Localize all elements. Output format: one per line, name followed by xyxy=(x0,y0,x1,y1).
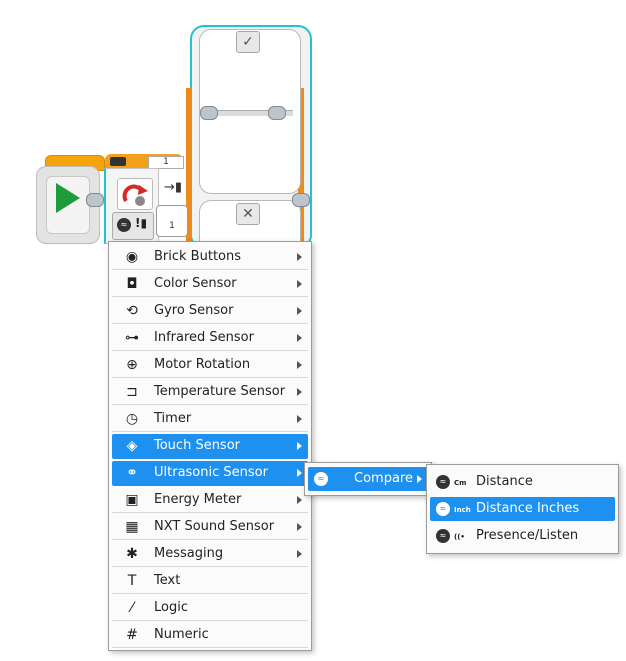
ultrasonic-compare-icon: ≈ xyxy=(314,472,328,486)
case-plug-out-top xyxy=(268,106,286,120)
sequence-plug-out xyxy=(86,193,104,207)
menu-item-label: Temperature Sensor xyxy=(154,384,286,399)
infrared-sensor-icon: ⊶ xyxy=(125,330,139,346)
menu-item-label: Logic xyxy=(154,600,188,615)
switch-mode-icon xyxy=(110,157,126,166)
menu-item-label: Infrared Sensor xyxy=(154,330,254,345)
submenu-item-label: Distance Inches xyxy=(476,501,580,516)
menu-item-messaging[interactable]: ✱ Messaging xyxy=(112,542,308,567)
compare-bars-icon: !▮ xyxy=(135,216,148,230)
ultrasonic-mini-icon: ≈ xyxy=(117,218,131,232)
submenu-arrow-icon xyxy=(297,307,302,315)
unit-tag: ((• xyxy=(454,533,465,541)
ultrasonic-sensor-icon: ⚭ xyxy=(126,465,138,481)
menu-item-label: Brick Buttons xyxy=(154,249,242,264)
submenu-arrow-icon xyxy=(297,442,302,450)
nxt-sound-sensor-icon: ▦ xyxy=(125,519,139,535)
menu-item-label: Timer xyxy=(154,411,192,426)
submenu-item-presence-listen[interactable]: ≈ ((• Presence/Listen xyxy=(430,524,615,548)
submenu-arrow-icon xyxy=(297,334,302,342)
submenu-arrow-icon xyxy=(297,523,302,531)
text-icon: T xyxy=(127,573,137,589)
submenu-arrow-icon xyxy=(297,388,302,396)
menu-item-logic[interactable]: ⁄ Logic xyxy=(112,596,308,621)
energy-meter-icon: ▣ xyxy=(125,492,139,508)
output-arrow-icon: →▮ xyxy=(164,180,183,195)
case-plug-in-top xyxy=(200,106,218,120)
submenu-item-distance-inches[interactable]: ≈ Inch Distance Inches xyxy=(430,497,615,521)
submenu-arrow-icon xyxy=(297,550,302,558)
menu-item-color-sensor[interactable]: ◘ Color Sensor xyxy=(112,272,308,297)
loop-icon[interactable] xyxy=(117,178,153,210)
distance-inch-icon: ≈ xyxy=(436,502,450,516)
menu-item-brick-buttons[interactable]: ◉ Brick Buttons xyxy=(112,245,308,270)
sensor-menu: ◉ Brick Buttons ◘ Color Sensor ⟲ Gyro Sensor ⊶… xyxy=(108,241,312,651)
presence-listen-icon: ≈ xyxy=(436,529,450,543)
menu-item-label: Touch Sensor xyxy=(154,438,241,453)
distance-cm-icon: ≈ xyxy=(436,475,450,489)
submenu-item-distance-centimeters[interactable]: ≈CmDistance Centimeters xyxy=(430,470,615,513)
menu-item-gyro-sensor[interactable]: ⟲ Gyro Sensor xyxy=(112,299,308,324)
compare-submenu: ≈CmDistance Centimeters≈InchDistance Inc… xyxy=(426,464,619,554)
menu-item-label: Motor Rotation xyxy=(154,357,251,372)
submenu-item-label: Presence/Listen xyxy=(476,528,579,543)
menu-item-infrared-sensor[interactable]: ⊶ Infrared Sensor xyxy=(112,326,308,351)
menu-item-timer[interactable]: ◷ Timer xyxy=(112,407,308,432)
submenu-arrow-icon xyxy=(297,469,302,477)
threshold-input[interactable]: 1 xyxy=(156,205,188,237)
menu-item-label: Numeric xyxy=(154,627,209,642)
menu-item-label: Ultrasonic Sensor xyxy=(154,465,268,480)
menu-item-touch-sensor[interactable]: ◈ Touch Sensor xyxy=(112,434,308,459)
switch-plug-out xyxy=(292,193,310,207)
submenu-item-compare[interactable]: ≈ Compare xyxy=(308,467,428,491)
menu-item-label: Gyro Sensor xyxy=(154,303,234,318)
messaging-icon: ✱ xyxy=(126,546,138,562)
logic-icon: ⁄ xyxy=(130,600,134,616)
menu-item-label: Energy Meter xyxy=(154,492,242,507)
menu-item-label: Color Sensor xyxy=(154,276,237,291)
submenu-arrow-icon xyxy=(297,415,302,423)
submenu-arrow-icon xyxy=(297,253,302,261)
motor-rotation-icon: ⊕ xyxy=(126,357,138,373)
numeric-icon: # xyxy=(126,627,138,643)
timer-icon: ◷ xyxy=(125,411,139,427)
menu-item-nxt-sound-sensor[interactable]: ▦ NXT Sound Sensor xyxy=(112,515,308,540)
brick-buttons-icon: ◉ xyxy=(125,249,139,265)
ultrasonic-submenu: ≈ Compare xyxy=(304,462,432,496)
menu-item-label: NXT Sound Sensor xyxy=(154,519,275,534)
unit-tag: Cm xyxy=(454,479,467,487)
menu-item-numeric[interactable]: # Numeric xyxy=(112,623,308,648)
menu-item-label: Text xyxy=(154,573,181,588)
submenu-arrow-icon xyxy=(417,475,422,483)
submenu-arrow-icon xyxy=(297,280,302,288)
submenu-arrow-icon xyxy=(297,361,302,369)
menu-item-motor-rotation[interactable]: ⊕ Motor Rotation xyxy=(112,353,308,378)
color-sensor-icon: ◘ xyxy=(126,276,138,292)
close-icon[interactable]: ✕ xyxy=(236,203,260,225)
gyro-sensor-icon: ⟲ xyxy=(126,303,138,319)
menu-item-text[interactable]: T Text xyxy=(112,569,308,594)
submenu-arrow-icon xyxy=(297,496,302,504)
play-icon xyxy=(56,183,80,213)
check-icon[interactable]: ✓ xyxy=(236,31,260,53)
menu-item-label: Messaging xyxy=(154,546,224,561)
menu-item-temperature-sensor[interactable]: ⊐ Temperature Sensor xyxy=(112,380,308,405)
menu-item-energy-meter[interactable]: ▣ Energy Meter xyxy=(112,488,308,513)
touch-sensor-icon: ◈ xyxy=(126,438,138,454)
menu-item-ultrasonic-sensor[interactable]: ⚭ Ultrasonic Sensor xyxy=(112,461,308,486)
mode-selector[interactable]: ≈ !▮ xyxy=(112,212,154,240)
unit-tag: Inch xyxy=(454,506,471,514)
temperature-sensor-icon: ⊐ xyxy=(126,384,138,400)
